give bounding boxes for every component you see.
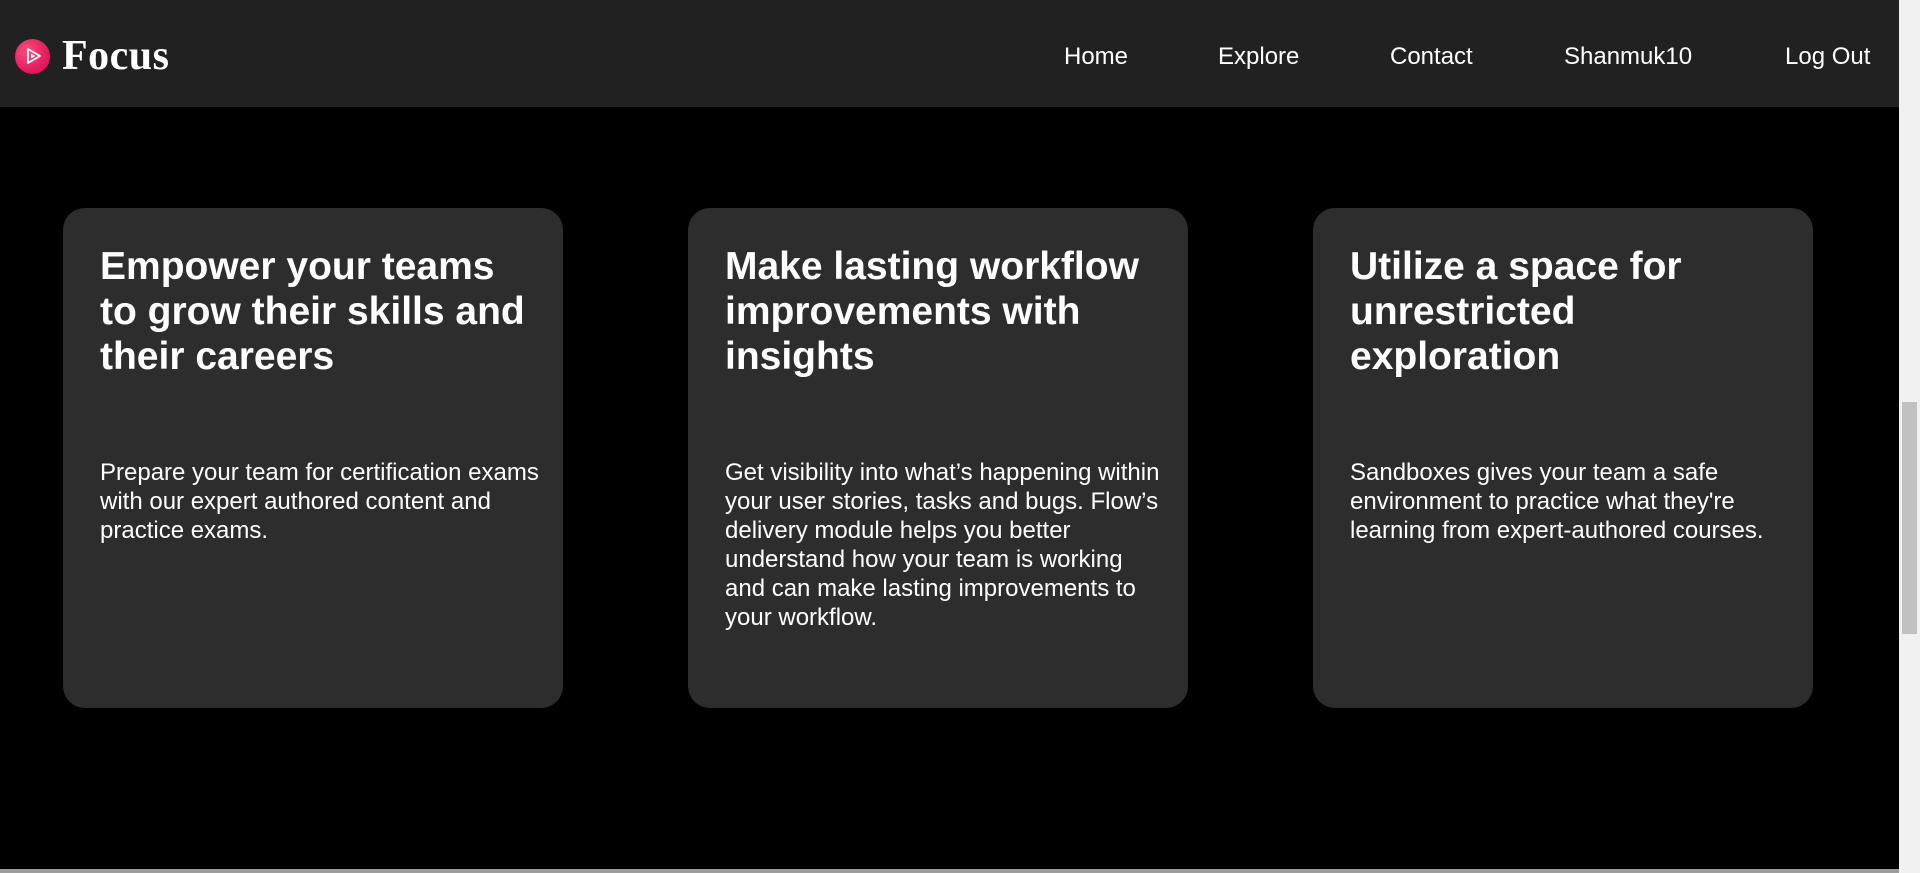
card-title: Make lasting workflow improvements with …: [725, 245, 1139, 378]
feature-card-workflow: Make lasting workflow improvements with …: [688, 208, 1188, 708]
card-description: Get visibility into what’s happening wit…: [725, 459, 1160, 631]
play-circle-icon: [15, 38, 50, 74]
nav-link-home[interactable]: Home: [1064, 43, 1128, 71]
page-bottom-edge: [0, 869, 1899, 873]
scrollbar-thumb[interactable]: [1902, 402, 1917, 634]
nav-link-logout[interactable]: Log Out: [1785, 43, 1870, 71]
nav-link-user-profile[interactable]: Shanmuk10: [1564, 43, 1692, 71]
card-title: Empower your teams to grow their skills …: [100, 245, 525, 378]
card-title: Utilize a space for unrestricted explora…: [1350, 245, 1682, 378]
card-description: Prepare your team for certification exam…: [100, 459, 539, 544]
vertical-scrollbar[interactable]: [1899, 0, 1920, 873]
feature-card-sandbox: Utilize a space for unrestricted explora…: [1313, 208, 1813, 708]
nav-link-contact[interactable]: Contact: [1390, 43, 1473, 71]
brand-name: Focus: [62, 33, 170, 79]
card-description: Sandboxes gives your team a safe environ…: [1350, 459, 1764, 544]
navbar: Focus Home Explore Contact Shanmuk10 Log…: [0, 0, 1899, 107]
brand[interactable]: Focus: [15, 34, 170, 78]
nav-link-explore[interactable]: Explore: [1218, 43, 1299, 71]
page: Focus Home Explore Contact Shanmuk10 Log…: [0, 0, 1920, 873]
feature-card-skills: Empower your teams to grow their skills …: [63, 208, 563, 708]
